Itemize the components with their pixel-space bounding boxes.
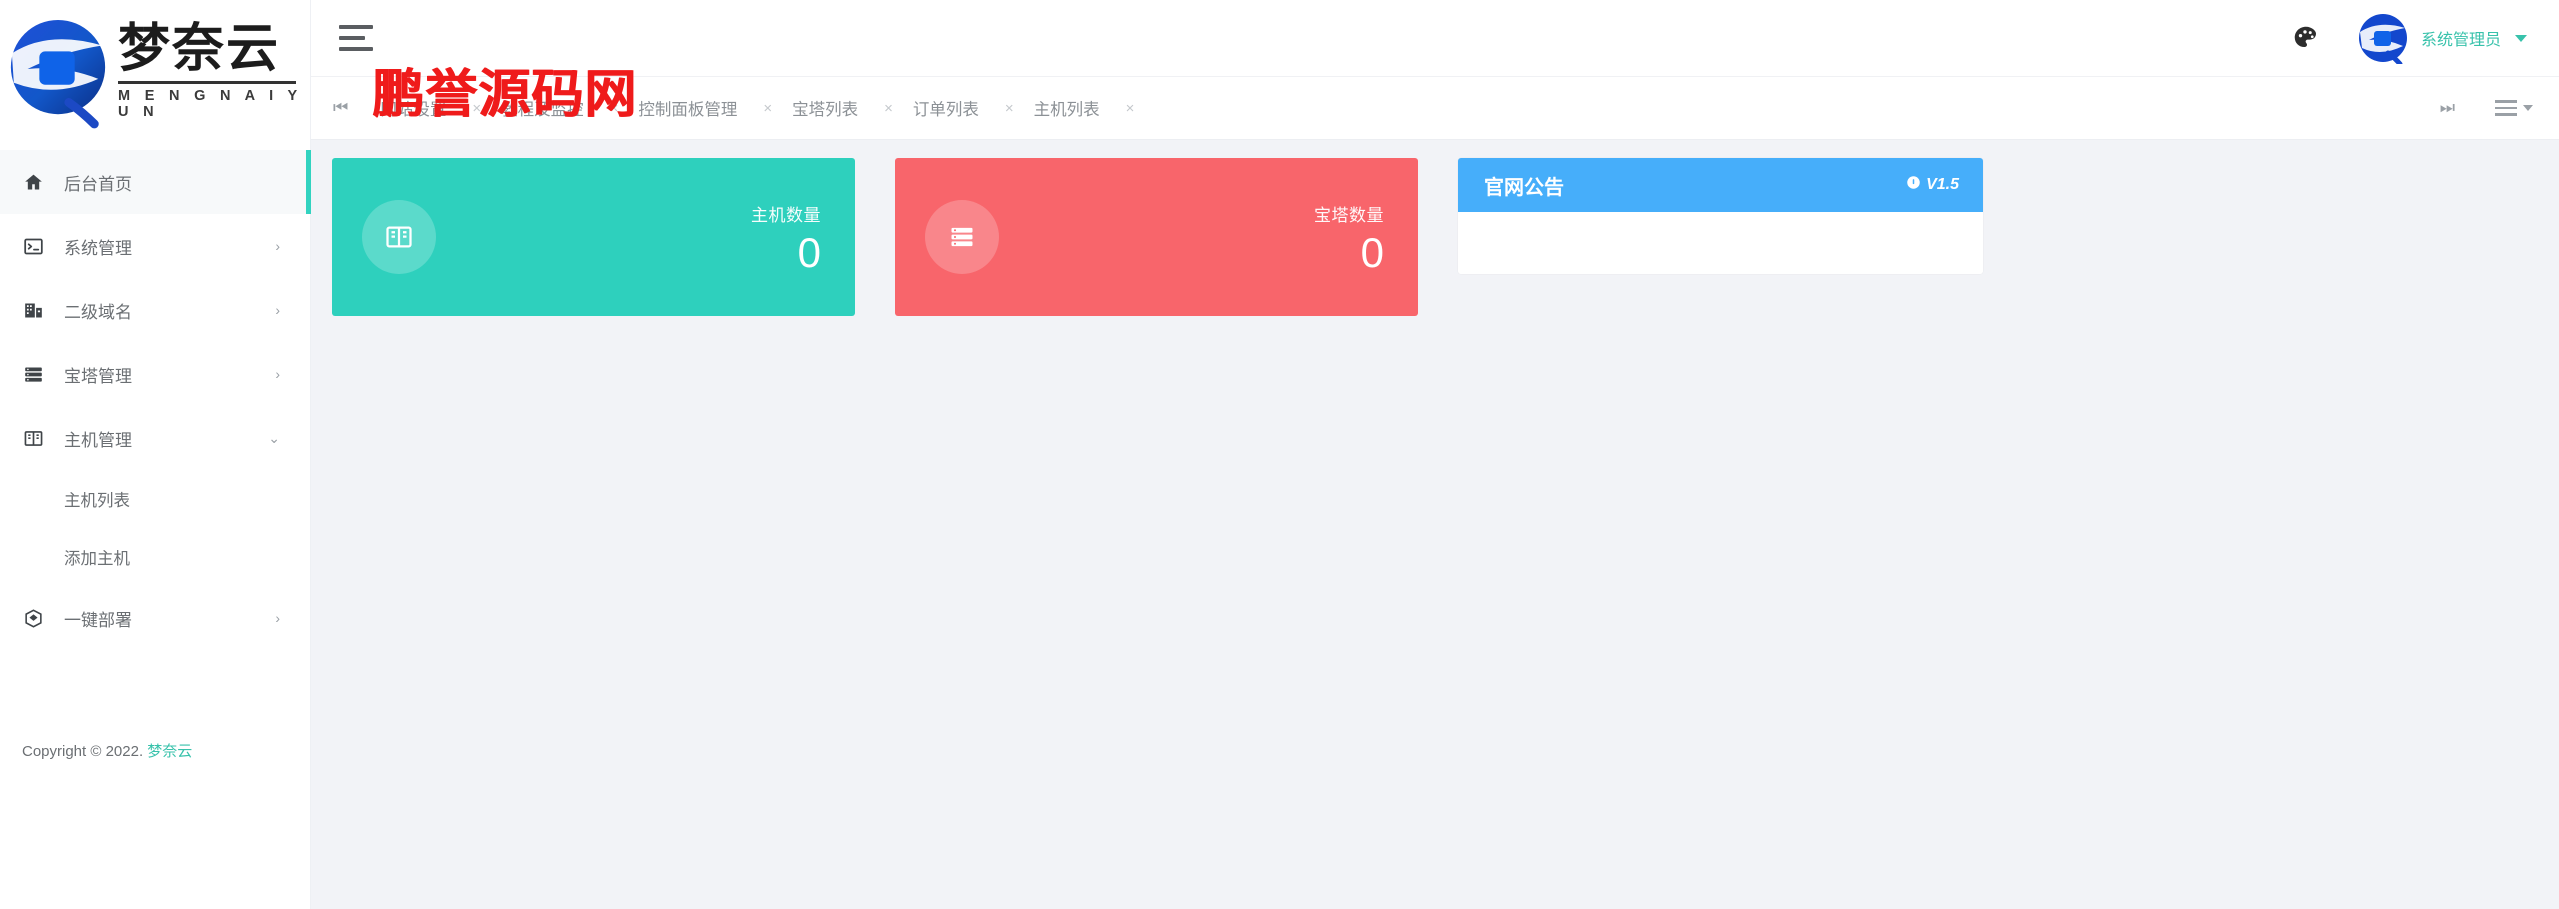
sidebar-subitem-host-list[interactable]: 主机列表: [0, 470, 310, 528]
server-stack-icon: [925, 200, 999, 274]
sidebar-item-one-click-deploy-label: 一键部署: [64, 610, 132, 630]
deploy-icon: [18, 605, 48, 631]
domain-icon: [18, 297, 48, 323]
close-icon[interactable]: ×: [763, 100, 772, 117]
official-notice-body: [1458, 212, 1983, 274]
chevron-down-icon: ⌄: [268, 430, 280, 446]
stat-card-bt-count[interactable]: 宝塔数量 0: [895, 158, 1418, 316]
chevron-right-icon: ›: [275, 238, 280, 254]
skip-forward-icon[interactable]: ⏭: [2440, 98, 2455, 118]
main-content: 主机数量 0 宝塔数量 0 官网公告 V1.5: [311, 140, 2559, 909]
tab-control-panel-manage[interactable]: 控制面板管理 ×: [628, 96, 782, 120]
tab-label: 宝塔列表: [792, 101, 859, 119]
user-name: 系统管理员: [2420, 32, 2501, 49]
tab-bar-controls: ⏭: [2440, 98, 2533, 118]
close-icon[interactable]: ×: [472, 100, 481, 117]
info-circle-icon: [1906, 175, 1921, 195]
tab-menu-icon[interactable]: [2495, 100, 2533, 116]
stat-card-bt-count-label: 宝塔数量: [1314, 205, 1384, 225]
sidebar-nav: 后台首页 系统管理 › 二级域名 › 宝塔管理 › 主机管理 ⌄ 主机列表 添加…: [0, 142, 311, 650]
close-icon[interactable]: ×: [1005, 100, 1014, 117]
sidebar-item-host-manage-label: 主机管理: [64, 430, 132, 450]
tab-label: 主机列表: [1033, 101, 1100, 119]
close-icon[interactable]: ×: [1126, 100, 1135, 117]
topbar: 系统管理员: [311, 0, 2559, 76]
sidebar-subitem-host-list-label: 主机列表: [64, 492, 130, 510]
sidebar-item-host-manage[interactable]: 主机管理 ⌄: [0, 406, 310, 470]
user-avatar-icon: [2357, 12, 2409, 67]
tab-bt-list[interactable]: 宝塔列表 ×: [782, 96, 903, 120]
sidebar-item-bt-manage-label: 宝塔管理: [64, 366, 132, 386]
stat-card-host-count-texts: 主机数量 0: [751, 201, 821, 274]
skip-backward-icon[interactable]: ⏮: [333, 98, 348, 118]
server-stack-icon: [18, 361, 48, 387]
tab-menu-bars: [2495, 100, 2517, 116]
stat-card-host-count[interactable]: 主机数量 0: [332, 158, 855, 316]
copyright-text: Copyright © 2022.: [22, 743, 148, 760]
tab-list: 网站设置 × 教程及监控 × 控制面板管理 × 宝塔列表 × 订单列表 × 主机…: [370, 96, 1144, 120]
caret-down-icon: [2515, 34, 2527, 42]
stat-card-bt-count-texts: 宝塔数量 0: [1314, 201, 1384, 274]
sidebar-subitem-add-host-label: 添加主机: [64, 550, 130, 568]
sidebar-item-subdomain-label: 二级域名: [64, 302, 132, 322]
mengnaiyun-logo-icon: [4, 8, 112, 134]
terminal-icon: [18, 233, 48, 259]
brand-name-cn: 梦奈云: [118, 18, 281, 79]
topbar-right-group: 系统管理员: [2291, 12, 2527, 67]
official-notice-version: V1.5: [1906, 175, 1959, 195]
official-notice-header: 官网公告 V1.5: [1458, 158, 1983, 212]
copyright-link[interactable]: 梦奈云: [147, 743, 192, 760]
host-icon: [18, 425, 48, 451]
sidebar-item-home-label: 后台首页: [64, 174, 132, 194]
caret-down-icon: [2523, 105, 2533, 111]
hamburger-icon[interactable]: [339, 25, 373, 51]
host-icon: [362, 200, 436, 274]
stat-card-host-count-value: 0: [797, 228, 821, 276]
official-notice-panel: 官网公告 V1.5: [1458, 158, 1983, 274]
sidebar-item-subdomain[interactable]: 二级域名 ›: [0, 278, 310, 342]
stat-card-host-count-label: 主机数量: [751, 205, 821, 225]
close-icon[interactable]: ×: [884, 100, 893, 117]
sidebar-item-one-click-deploy[interactable]: 一键部署 ›: [0, 586, 310, 650]
tab-bar: ⏮ 网站设置 × 教程及监控 × 控制面板管理 × 宝塔列表 × 订单列表 ×: [311, 76, 2559, 140]
brand-name-en: M E N G N A I Y U N: [118, 88, 303, 121]
home-icon: [18, 169, 48, 195]
sidebar-item-system-label: 系统管理: [64, 238, 132, 258]
sidebar-item-system[interactable]: 系统管理 ›: [0, 214, 310, 278]
official-notice-version-text: V1.5: [1926, 176, 1959, 193]
tab-label: 订单列表: [912, 101, 979, 119]
tab-tutorial-monitor[interactable]: 教程及监控 ×: [491, 96, 628, 120]
brand-divider: [118, 81, 296, 85]
sidebar-item-home[interactable]: 后台首页: [0, 150, 311, 214]
chevron-right-icon: ›: [275, 610, 280, 626]
dashboard-cards-row: 主机数量 0 宝塔数量 0 官网公告 V1.5: [311, 158, 2559, 316]
sidebar-item-bt-manage[interactable]: 宝塔管理 ›: [0, 342, 310, 406]
sidebar-subitem-add-host[interactable]: 添加主机: [0, 528, 310, 586]
palette-icon[interactable]: [2291, 23, 2321, 53]
close-icon[interactable]: ×: [610, 100, 619, 117]
tab-host-list[interactable]: 主机列表 ×: [1024, 96, 1145, 120]
stat-card-bt-count-value: 0: [1360, 228, 1384, 276]
user-menu[interactable]: 系统管理员: [2357, 12, 2527, 67]
tab-label: 控制面板管理: [638, 101, 738, 119]
tab-label: 网站设置: [380, 101, 447, 119]
chevron-right-icon: ›: [275, 366, 280, 382]
brand-text: 梦奈云 M E N G N A I Y U N: [118, 18, 310, 121]
official-notice-title: 官网公告: [1484, 176, 1564, 199]
copyright: Copyright © 2022. 梦奈云: [22, 740, 192, 761]
tab-order-list[interactable]: 订单列表 ×: [903, 96, 1024, 120]
sidebar: 梦奈云 M E N G N A I Y U N 后台首页 系统管理 › 二级域名…: [0, 0, 311, 909]
brand-logo[interactable]: 梦奈云 M E N G N A I Y U N: [0, 0, 310, 142]
tab-label: 教程及监控: [501, 101, 584, 119]
admin-dashboard: 梦奈云 M E N G N A I Y U N 后台首页 系统管理 › 二级域名…: [0, 0, 2559, 909]
tab-website-settings[interactable]: 网站设置 ×: [370, 96, 491, 120]
chevron-right-icon: ›: [275, 302, 280, 318]
